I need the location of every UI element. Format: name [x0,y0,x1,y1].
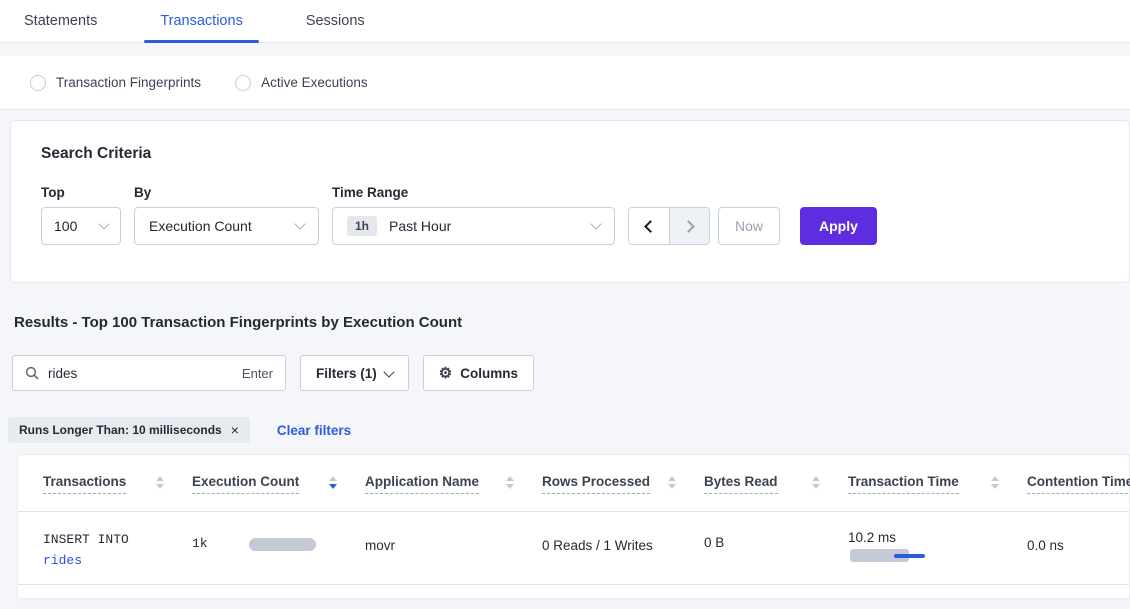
view-toggle: Transaction Fingerprints Active Executio… [0,56,1130,110]
radio-label: Active Executions [261,75,368,90]
sort-carets-icon[interactable] [812,474,820,489]
by-group: By Execution Count [121,185,319,245]
cell-transaction-time: 10.2 ms [848,512,1027,584]
search-criteria-controls: Top 100 By Execution Count Time Range 1h… [41,185,1129,245]
search-input-value: rides [48,366,77,381]
sort-carets-icon[interactable] [156,474,164,489]
execution-count-value: 1k [192,536,208,551]
sort-carets-icon[interactable] [668,474,676,489]
search-icon [25,366,39,380]
gear-icon: ⚙ [439,366,452,381]
tab-statements[interactable]: Statements [24,0,97,42]
top-label: Top [41,185,121,200]
search-criteria-title: Search Criteria [41,145,1129,163]
radio-selected-icon [30,75,46,91]
column-header-execution-count: Execution Count [192,474,365,494]
page-tabs: Statements Transactions Sessions [0,0,1130,43]
radio-active-executions[interactable]: Active Executions [235,75,368,91]
radio-transaction-fingerprints[interactable]: Transaction Fingerprints [30,75,201,91]
tab-sessions[interactable]: Sessions [306,0,365,42]
radio-unselected-icon [235,75,251,91]
time-range-group: Time Range 1h Past Hour [319,185,615,245]
now-button[interactable]: Now [718,207,780,245]
tab-transactions[interactable]: Transactions [144,0,258,42]
cell-contention-time: 0.0 ns [1027,512,1129,584]
results-heading: Results - Top 100 Transaction Fingerprin… [14,314,1130,331]
column-header-transactions: Transactions [43,474,192,494]
top-select-value: 100 [54,218,77,234]
columns-button[interactable]: ⚙ Columns [423,355,534,391]
column-header-rows-processed: Rows Processed [542,474,704,494]
results-toolbar: rides Enter Filters (1) ⚙ Columns [12,355,1130,391]
active-filters-row: Runs Longer Than: 10 milliseconds × Clea… [8,417,1130,443]
filter-chip: Runs Longer Than: 10 milliseconds × [8,417,250,443]
column-header-transaction-time: Transaction Time [848,474,1027,494]
filters-button-label: Filters (1) [316,366,377,381]
columns-button-label: Columns [460,366,518,381]
top-group: Top 100 [41,185,121,245]
apply-button[interactable]: Apply [800,207,877,245]
table-header-row: Transactions Execution Count Application… [18,455,1129,512]
by-select[interactable]: Execution Count [134,207,319,245]
column-header-application-name: Application Name [365,474,542,494]
chevron-down-icon [590,218,601,229]
chevron-down-icon [383,366,394,377]
transaction-statement: INSERT INTO [43,529,192,550]
transaction-link[interactable]: rides [43,550,192,571]
chevron-down-icon [294,218,305,229]
sort-carets-icon[interactable] [506,474,514,489]
by-select-value: Execution Count [149,218,252,234]
time-range-select[interactable]: 1h Past Hour [332,207,615,245]
transactions-table: Transactions Execution Count Application… [17,454,1130,599]
time-range-badge: 1h [347,216,377,236]
remove-filter-icon[interactable]: × [231,422,239,438]
execution-count-bar [249,538,316,551]
table-row[interactable]: INSERT INTO rides 1k movr 0 Reads / 1 Wr… [18,512,1129,585]
filters-button[interactable]: Filters (1) [300,355,409,391]
transaction-time-bar-stddev [894,554,925,558]
previous-time-window-button[interactable] [629,208,669,244]
cell-bytes-read: 0 B [704,512,848,584]
time-range-label: Time Range [332,185,615,200]
cell-execution-count: 1k [192,512,365,584]
transaction-time-bar [848,549,928,562]
by-label: By [134,185,319,200]
cell-application-name: movr [365,512,542,584]
time-range-value: Past Hour [389,218,451,234]
time-window-nav [628,207,710,245]
search-input[interactable]: rides Enter [12,355,286,391]
filter-chip-label: Runs Longer Than: 10 milliseconds [19,423,222,437]
sort-carets-icon[interactable] [991,474,999,489]
clear-filters-link[interactable]: Clear filters [277,423,351,438]
chevron-left-icon [644,220,657,233]
cell-rows-processed: 0 Reads / 1 Writes [542,512,704,584]
radio-label: Transaction Fingerprints [56,75,201,90]
search-criteria-card: Search Criteria Top 100 By Execution Cou… [10,120,1130,283]
transaction-time-value: 10.2 ms [848,530,1027,545]
chevron-right-icon [682,220,695,233]
sort-carets-icon[interactable] [329,474,337,489]
top-select[interactable]: 100 [41,207,121,245]
next-time-window-button[interactable] [669,208,709,244]
column-header-bytes-read: Bytes Read [704,474,848,494]
search-enter-hint: Enter [242,366,273,381]
cell-transaction: INSERT INTO rides [43,512,192,584]
chevron-down-icon [98,218,109,229]
column-header-contention-time: Contention Time [1027,474,1130,494]
